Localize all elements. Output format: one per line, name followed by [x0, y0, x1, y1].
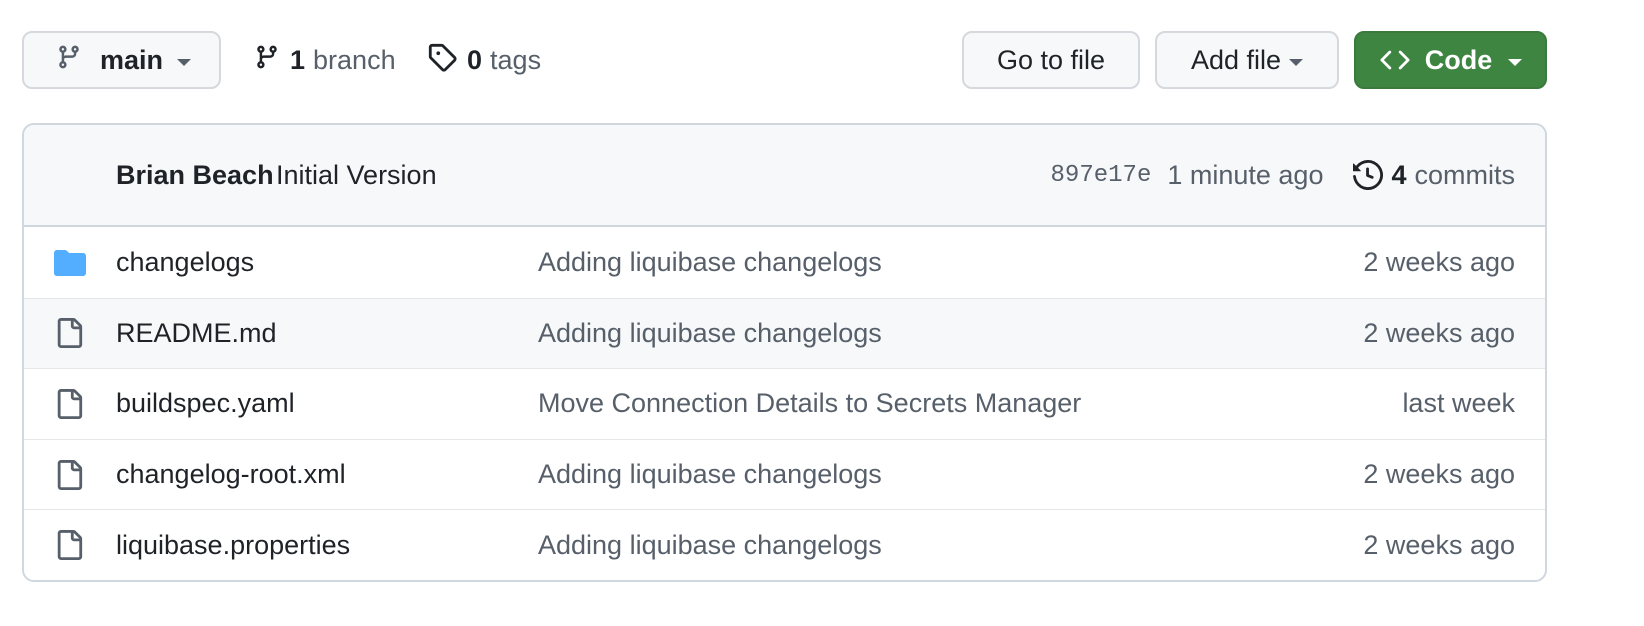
go-to-file-label: Go to file	[996, 44, 1106, 75]
branch-name: main	[100, 44, 164, 75]
file-commit-message[interactable]: Move Connection Details to Secrets Manag…	[538, 388, 1081, 419]
file-age: 2 weeks ago	[1363, 459, 1515, 490]
git-branch-icon	[56, 42, 82, 79]
go-to-file-button[interactable]: Go to file	[962, 31, 1140, 89]
code-button[interactable]: Code	[1354, 31, 1547, 89]
caret-down-icon	[1289, 58, 1304, 66]
folder-icon	[54, 248, 86, 277]
file-age: 2 weeks ago	[1363, 529, 1515, 560]
file-icon	[54, 388, 84, 420]
history-icon[interactable]	[1353, 160, 1384, 190]
commits-count[interactable]: 4	[1391, 160, 1406, 191]
file-commit-message[interactable]: Adding liquibase changelogs	[538, 247, 882, 278]
file-row-changelogs[interactable]: changelogs Adding liquibase changelogs 2…	[24, 227, 1545, 298]
tag-label: tags	[490, 44, 542, 75]
commit-message[interactable]: Initial Version	[276, 160, 437, 191]
commit-sha[interactable]: 897e17e	[1051, 162, 1152, 189]
add-file-label: Add file	[1190, 44, 1282, 75]
branch-label: branch	[313, 44, 396, 75]
file-row-changelog-root[interactable]: changelog-root.xml Adding liquibase chan…	[24, 438, 1545, 510]
file-name[interactable]: liquibase.properties	[116, 530, 350, 561]
caret-down-icon	[1508, 58, 1523, 66]
file-icon	[54, 317, 84, 349]
commits-label[interactable]: commits	[1415, 160, 1516, 191]
commit-time[interactable]: 1 minute ago	[1167, 160, 1323, 191]
tag-icon	[427, 42, 457, 79]
code-icon	[1379, 45, 1411, 75]
caret-down-icon	[177, 58, 192, 66]
file-list: changelogs Adding liquibase changelogs 2…	[24, 227, 1545, 580]
git-branch-icon	[254, 42, 280, 79]
file-commit-message[interactable]: Adding liquibase changelogs	[538, 318, 882, 349]
file-commit-message[interactable]: Adding liquibase changelogs	[538, 459, 882, 490]
file-name[interactable]: changelog-root.xml	[116, 459, 346, 490]
file-name[interactable]: README.md	[116, 318, 277, 349]
file-age: 2 weeks ago	[1363, 317, 1515, 348]
file-age: last week	[1402, 388, 1515, 419]
file-browser: Brian Beach Initial Version 897e17e 1 mi…	[22, 123, 1547, 582]
code-label: Code	[1424, 44, 1493, 75]
repo-toolbar: main 1 branch 0 tags Go to file Add file…	[22, 31, 1547, 91]
file-commit-message[interactable]: Adding liquibase changelogs	[538, 530, 882, 561]
add-file-button[interactable]: Add file	[1155, 31, 1339, 89]
file-name[interactable]: buildspec.yaml	[116, 388, 295, 419]
branch-selector-button[interactable]: main	[22, 31, 221, 89]
file-icon	[54, 529, 84, 561]
tag-count: 0	[467, 44, 483, 75]
file-row-liquibase-properties[interactable]: liquibase.properties Adding liquibase ch…	[24, 509, 1545, 580]
commit-meta: 897e17e 1 minute ago 4 commits	[1051, 160, 1515, 191]
branch-count: 1	[290, 44, 306, 75]
commit-author[interactable]: Brian Beach	[116, 160, 274, 191]
tags-link[interactable]: 0 tags	[427, 31, 541, 89]
latest-commit-bar: Brian Beach Initial Version 897e17e 1 mi…	[24, 125, 1545, 227]
branches-link[interactable]: 1 branch	[254, 31, 396, 89]
file-row-readme[interactable]: README.md Adding liquibase changelogs 2 …	[24, 297, 1545, 369]
file-row-buildspec[interactable]: buildspec.yaml Move Connection Details t…	[24, 368, 1545, 439]
file-icon	[54, 459, 84, 491]
file-name[interactable]: changelogs	[116, 247, 254, 278]
file-age: 2 weeks ago	[1363, 246, 1515, 277]
